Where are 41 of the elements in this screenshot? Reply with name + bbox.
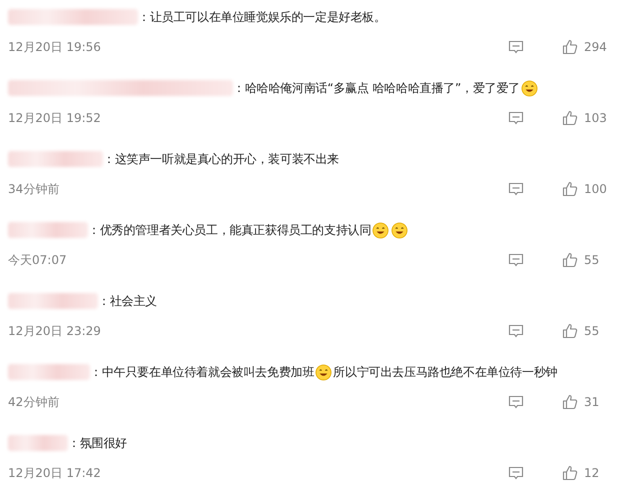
comment-text: ：中午只要在单位待着就会被叫去免费加班 [90, 364, 314, 380]
comment-text: ：让员工可以在单位睡觉娱乐的一定是好老板。 [138, 8, 386, 26]
like-count: 31 [584, 395, 600, 409]
comment-icon[interactable] [508, 39, 524, 55]
comment-text: ：哈哈哈俺河南话“多赢点 哈哈哈哈直播了”，爱了爱了 [233, 80, 520, 96]
like-icon[interactable] [562, 181, 578, 197]
comment-icon[interactable] [508, 181, 524, 197]
comment-time: 34分钟前 [8, 180, 60, 198]
like-count: 100 [584, 182, 608, 196]
comment-text: ：这笑声一听就是真心的开心，装可装不出来 [103, 150, 340, 168]
comment-icon[interactable] [508, 323, 524, 339]
emoji-icon [391, 222, 408, 238]
comment-time: 42分钟前 [8, 394, 60, 410]
comment-time: 12月20日 17:42 [8, 464, 102, 482]
comment-text: ：氛围很好 [68, 434, 128, 452]
comment-text: 所以宁可出去压马路也绝不在单位待一秒钟 [333, 364, 558, 380]
comment-text: ：社会主义 [98, 292, 158, 310]
comment-time: 今天07:07 [8, 252, 68, 268]
comment-icon[interactable] [508, 110, 524, 126]
like-icon[interactable] [562, 39, 578, 55]
like-count: 294 [584, 40, 608, 54]
like-icon[interactable] [562, 394, 578, 410]
like-icon[interactable] [562, 252, 578, 268]
like-count: 55 [584, 253, 600, 267]
comment-icon[interactable] [508, 394, 524, 410]
like-count: 55 [584, 324, 600, 338]
blurred-name [8, 435, 68, 451]
like-count: 12 [584, 466, 600, 480]
like-icon[interactable] [562, 465, 578, 481]
emoji-icon [372, 222, 390, 238]
comment-time: 12月20日 19:56 [8, 38, 102, 56]
emoji-icon [521, 80, 538, 96]
like-icon[interactable] [562, 323, 578, 339]
comment-time: 12月20日 19:52 [8, 110, 102, 126]
like-icon[interactable] [562, 110, 578, 126]
comment-time: 12月20日 23:29 [8, 322, 102, 340]
comment-icon[interactable] [508, 465, 524, 481]
comment-icon[interactable] [508, 252, 524, 268]
emoji-icon [315, 364, 332, 380]
like-count: 103 [584, 111, 608, 125]
comment-text: ：优秀的管理者关心员工，能真正获得员工的支持认同 [88, 222, 372, 238]
